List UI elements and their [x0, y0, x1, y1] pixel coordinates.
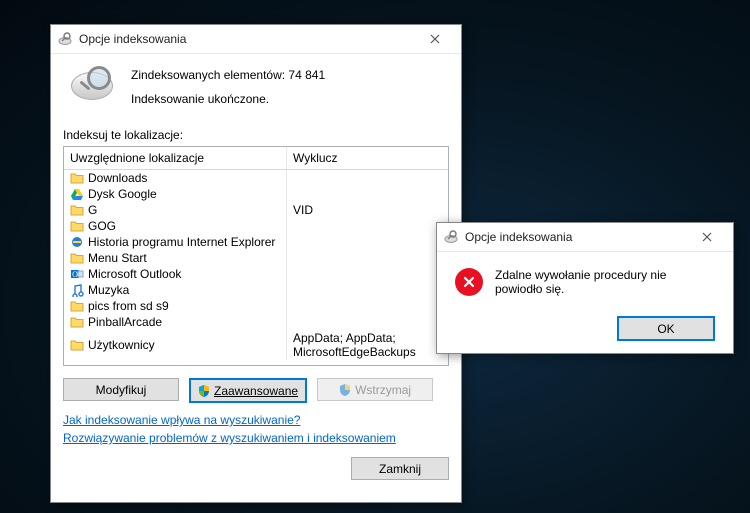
location-name: Użytkownicy: [88, 338, 155, 352]
indexed-count: Zindeksowanych elementów: 74 841: [131, 68, 325, 82]
folder-icon: [70, 203, 84, 217]
location-row[interactable]: GOG: [64, 218, 448, 234]
indexing-options-window: Opcje indeksowania Zindeksowanych elemen…: [50, 24, 462, 503]
error-icon: [455, 268, 483, 296]
ie-icon: [70, 235, 84, 249]
titlebar: Opcje indeksowania: [51, 25, 461, 54]
folder-icon: [70, 338, 84, 352]
location-name: Downloads: [88, 171, 147, 185]
advanced-button[interactable]: Zaawansowane: [189, 378, 307, 403]
status-row: Zindeksowanych elementów: 74 841 Indekso…: [63, 66, 449, 114]
indexing-status: Indeksowanie ukończone.: [131, 92, 325, 106]
window-title: Opcje indeksowania: [79, 32, 415, 46]
col-included-header[interactable]: Uwzględnione lokalizacje: [64, 147, 287, 169]
location-row[interactable]: Dysk Google: [64, 186, 448, 202]
error-message: Zdalne wywołanie procedury nie powiodło …: [495, 268, 715, 296]
link-how-affects[interactable]: Jak indeksowanie wpływa na wyszukiwanie?: [63, 413, 300, 427]
location-exclude: [287, 186, 448, 202]
location-name: pics from sd s9: [88, 299, 169, 313]
app-icon: [443, 229, 459, 245]
location-exclude: [287, 266, 448, 282]
location-exclude: [287, 282, 448, 298]
location-exclude: [287, 250, 448, 266]
folder-icon: [70, 315, 84, 329]
shield-icon: [339, 384, 351, 396]
location-name: Microsoft Outlook: [88, 267, 181, 281]
locations-label: Indeksuj te lokalizacje:: [63, 128, 449, 142]
location-row[interactable]: Downloads: [64, 170, 448, 186]
music-icon: [70, 283, 84, 297]
location-row[interactable]: Historia programu Internet Explorer: [64, 234, 448, 250]
pause-button: Wstrzymaj: [317, 378, 433, 401]
folder-icon: [70, 299, 84, 313]
col-exclude-header[interactable]: Wyklucz: [287, 147, 448, 169]
modify-button[interactable]: Modyfikuj: [63, 378, 179, 401]
shield-icon: [198, 385, 210, 397]
location-name: G: [88, 203, 97, 217]
location-exclude: [287, 298, 448, 314]
folder-icon: [70, 251, 84, 265]
ok-button[interactable]: OK: [617, 316, 715, 341]
location-exclude: [287, 314, 448, 330]
close-button[interactable]: [415, 27, 455, 51]
location-row[interactable]: G VID: [64, 202, 448, 218]
link-troubleshoot[interactable]: Rozwiązywanie problemów z wyszukiwaniem …: [63, 431, 396, 445]
location-exclude: AppData; AppData; MicrosoftEdgeBackups: [287, 330, 448, 360]
location-name: Muzyka: [88, 283, 129, 297]
magnifier-icon: [69, 66, 117, 114]
titlebar: Opcje indeksowania: [437, 223, 733, 252]
gdrive-icon: [70, 187, 84, 201]
dialog-title: Opcje indeksowania: [465, 230, 687, 244]
location-name: PinballArcade: [88, 315, 162, 329]
location-exclude: [287, 170, 448, 186]
location-row[interactable]: pics from sd s9: [64, 298, 448, 314]
location-row[interactable]: PinballArcade: [64, 314, 448, 330]
locations-listbox: Uwzględnione lokalizacje Wyklucz Downloa…: [63, 146, 449, 366]
location-row[interactable]: Użytkownicy AppData; AppData; MicrosoftEd…: [64, 330, 448, 360]
error-dialog: Opcje indeksowania Zdalne wywołanie proc…: [436, 222, 734, 354]
location-exclude: [287, 234, 448, 250]
svg-text:O: O: [72, 270, 78, 279]
folder-icon: [70, 171, 84, 185]
location-name: Dysk Google: [88, 187, 157, 201]
folder-icon: [70, 219, 84, 233]
location-name: Historia programu Internet Explorer: [88, 235, 275, 249]
location-exclude: [287, 218, 448, 234]
location-row[interactable]: Menu Start: [64, 250, 448, 266]
outlook-icon: O: [70, 267, 84, 281]
location-row[interactable]: Muzyka: [64, 282, 448, 298]
location-name: GOG: [88, 219, 116, 233]
close-main-button[interactable]: Zamknij: [351, 457, 449, 480]
close-button[interactable]: [687, 225, 727, 249]
location-row[interactable]: O Microsoft Outlook: [64, 266, 448, 282]
location-exclude: VID: [287, 202, 448, 218]
app-icon: [57, 31, 73, 47]
location-name: Menu Start: [88, 251, 147, 265]
